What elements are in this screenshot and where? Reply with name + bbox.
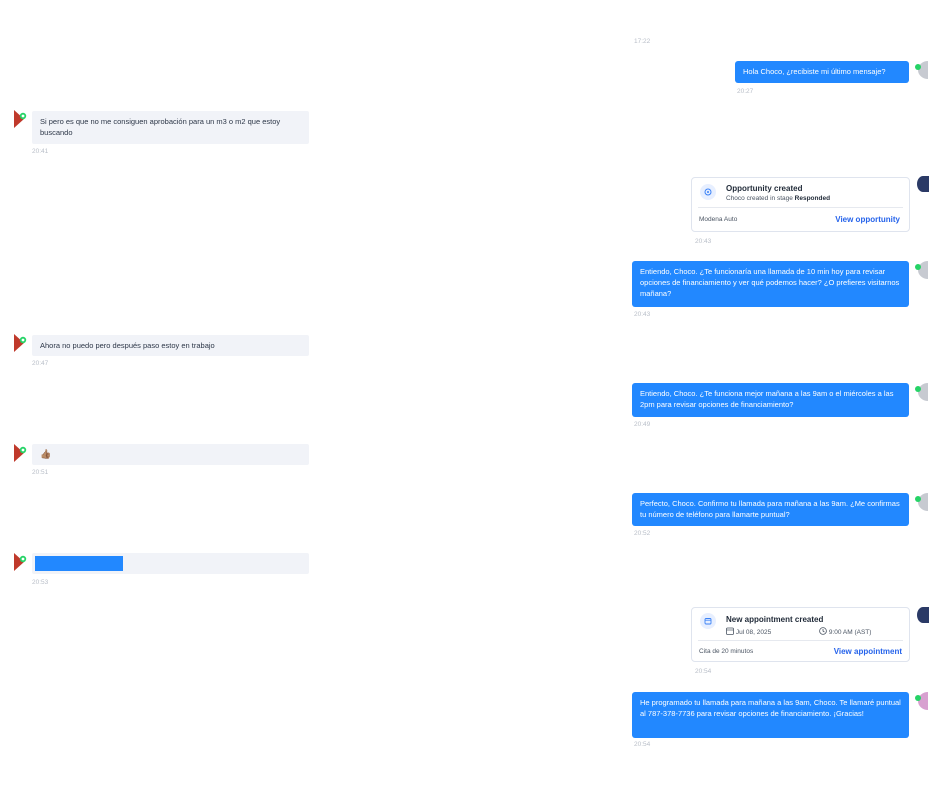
view-appointment-link[interactable]: View appointment bbox=[834, 647, 902, 656]
system-avatar bbox=[917, 176, 929, 192]
outgoing-message: Hola Choco, ¿recibiste mi último mensaje… bbox=[735, 61, 909, 83]
message-text: Si pero es que no me consiguen aprobació… bbox=[40, 117, 281, 137]
thumbs-up-emoji: 👍🏽 bbox=[40, 449, 52, 459]
outgoing-message: Entiendo, Choco. ¿Te funciona mejor maña… bbox=[632, 383, 909, 417]
appointment-date: Jul 08, 2025 bbox=[726, 627, 771, 636]
card-subtitle: Choco created in stage Responded bbox=[726, 195, 831, 202]
timestamp: 20:41 bbox=[32, 148, 49, 155]
whatsapp-icon bbox=[14, 553, 27, 571]
agent-avatar[interactable] bbox=[914, 493, 928, 511]
timestamp: 20:54 bbox=[695, 668, 712, 675]
message-text: Perfecto, Choco. Confirmo tu llamada par… bbox=[640, 499, 900, 519]
contact-avatar[interactable] bbox=[14, 110, 32, 128]
whatsapp-icon bbox=[915, 61, 928, 79]
timestamp: 17:22 bbox=[634, 38, 651, 45]
card-footer-label: Modena Auto bbox=[699, 216, 738, 223]
appointment-card: New appointment created Jul 08, 2025 9:0… bbox=[691, 607, 910, 662]
outgoing-message: Perfecto, Choco. Confirmo tu llamada par… bbox=[632, 493, 909, 526]
whatsapp-icon bbox=[14, 334, 27, 352]
outgoing-message: Entiendo, Choco. ¿Te funcionaría una lla… bbox=[632, 261, 909, 307]
appointment-time: 9:00 AM (AST) bbox=[819, 627, 871, 636]
divider bbox=[698, 640, 903, 641]
incoming-message: Ahora no puedo pero después paso estoy e… bbox=[32, 335, 309, 356]
timestamp: 20:49 bbox=[634, 421, 651, 428]
timestamp: 20:51 bbox=[32, 469, 49, 476]
whatsapp-icon bbox=[14, 444, 27, 462]
contact-avatar[interactable] bbox=[14, 444, 32, 462]
timestamp: 20:43 bbox=[695, 238, 712, 245]
opportunity-card: Opportunity created Choco created in sta… bbox=[691, 177, 910, 232]
agent-avatar[interactable] bbox=[914, 383, 928, 401]
timestamp: 20:27 bbox=[737, 88, 754, 95]
whatsapp-icon bbox=[14, 110, 27, 128]
whatsapp-icon bbox=[915, 692, 928, 710]
redacted-block bbox=[35, 556, 123, 571]
whatsapp-icon bbox=[915, 261, 928, 279]
timestamp: 20:47 bbox=[32, 360, 49, 367]
message-text: Entiendo, Choco. ¿Te funcionaría una lla… bbox=[640, 267, 900, 298]
contact-avatar[interactable] bbox=[14, 334, 32, 352]
clock-icon bbox=[819, 627, 827, 635]
timestamp: 20:53 bbox=[32, 579, 49, 586]
card-footer-label: Cita de 20 minutos bbox=[699, 648, 754, 655]
contact-avatar[interactable] bbox=[14, 553, 32, 571]
incoming-message: 👍🏽 bbox=[32, 444, 309, 465]
whatsapp-icon bbox=[915, 383, 928, 401]
system-avatar bbox=[917, 607, 929, 623]
message-text: Ahora no puedo pero después paso estoy e… bbox=[40, 341, 215, 350]
view-opportunity-link[interactable]: View opportunity bbox=[835, 215, 900, 224]
incoming-message: Si pero es que no me consiguen aprobació… bbox=[32, 111, 309, 144]
incoming-message bbox=[32, 553, 309, 574]
agent-avatar[interactable] bbox=[914, 61, 928, 79]
calendar-icon bbox=[726, 627, 734, 635]
opportunity-icon bbox=[700, 184, 716, 200]
whatsapp-icon bbox=[915, 493, 928, 511]
timestamp: 20:54 bbox=[634, 741, 651, 748]
agent-avatar[interactable] bbox=[914, 261, 928, 279]
timestamp: 20:43 bbox=[634, 311, 651, 318]
card-title: Opportunity created bbox=[726, 184, 803, 193]
divider bbox=[698, 207, 903, 208]
agent-avatar[interactable] bbox=[914, 692, 928, 710]
message-text: He programado tu llamada para mañana a l… bbox=[640, 698, 901, 718]
message-text: Entiendo, Choco. ¿Te funciona mejor maña… bbox=[640, 389, 894, 409]
calendar-icon bbox=[700, 613, 716, 629]
outgoing-message: He programado tu llamada para mañana a l… bbox=[632, 692, 909, 738]
timestamp: 20:52 bbox=[634, 530, 651, 537]
card-title: New appointment created bbox=[726, 615, 824, 624]
message-text: Hola Choco, ¿recibiste mi último mensaje… bbox=[743, 67, 886, 76]
